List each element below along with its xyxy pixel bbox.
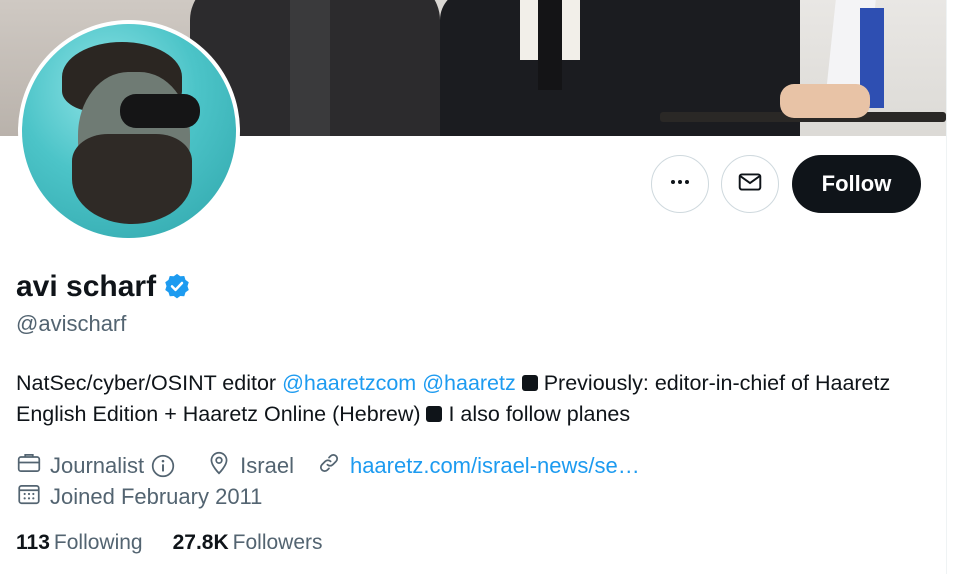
calendar-icon	[16, 481, 50, 513]
following-count[interactable]: 113 Following	[16, 531, 143, 555]
avatar[interactable]	[18, 20, 240, 242]
more-options-button[interactable]	[651, 155, 709, 213]
joined-item: Joined February 2011	[16, 481, 262, 513]
banner-shirt	[290, 0, 330, 136]
black-square-icon	[426, 406, 443, 422]
bio-text: NatSec/cyber/OSINT editor	[16, 371, 283, 395]
briefcase-icon	[16, 450, 50, 482]
follow-button[interactable]: Follow	[792, 155, 921, 213]
more-horizontal-icon	[668, 170, 692, 199]
banner-tie	[538, 0, 562, 90]
verified-badge-icon[interactable]	[162, 272, 192, 302]
location-label: Israel	[240, 453, 294, 478]
followers-label: Followers	[232, 531, 323, 554]
profession-item: Journalist	[16, 450, 184, 482]
profession-label: Journalist	[50, 453, 145, 478]
website-link[interactable]: haaretz.com/israel-news/se…	[350, 453, 640, 479]
avatar-beard	[72, 134, 192, 224]
joined-label: Joined February 2011	[50, 484, 263, 509]
avatar-goggles	[120, 94, 200, 128]
profile-name-row: avi scharf	[16, 270, 192, 304]
avatar-image	[22, 24, 236, 238]
banner-hand	[780, 84, 870, 118]
link-icon	[316, 450, 350, 482]
mention-link[interactable]: @haaretz	[422, 371, 516, 395]
profile-bio: NatSec/cyber/OSINT editor @haaretzcom @h…	[16, 368, 936, 430]
following-label: Following	[53, 531, 143, 554]
followers-count[interactable]: 27.8K Followers	[173, 531, 323, 555]
mention-link[interactable]: @haaretzcom	[282, 371, 416, 395]
page-right-edge	[946, 0, 962, 574]
profile-name: avi scharf	[16, 270, 157, 303]
joined-row: Joined February 2011	[16, 481, 284, 513]
profile-handle: @avischarf	[16, 311, 127, 336]
bio-text: I also follow planes	[442, 402, 631, 426]
message-button[interactable]	[721, 155, 779, 213]
envelope-icon	[737, 169, 763, 200]
follow-counts: 113 Following 27.8K Followers	[16, 531, 353, 555]
profile-meta: Journalist Israel haaretz.com/israel-new…	[16, 450, 662, 482]
location-pin-icon	[206, 450, 240, 482]
info-icon[interactable]	[150, 453, 184, 479]
followers-value: 27.8K	[172, 531, 229, 554]
black-square-icon	[521, 375, 538, 391]
location-item: Israel	[206, 450, 294, 482]
website-item[interactable]: haaretz.com/israel-news/se…	[316, 450, 640, 482]
following-value: 113	[16, 531, 50, 554]
